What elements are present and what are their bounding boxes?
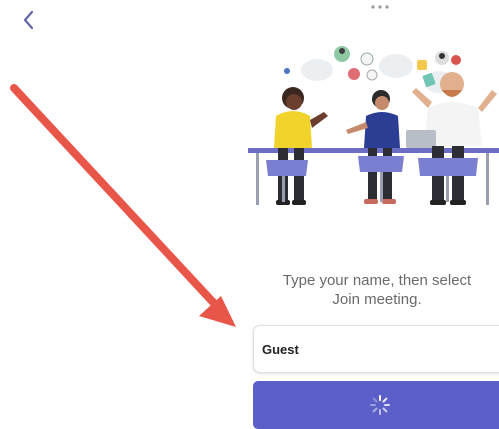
join-meeting-button[interactable]: [253, 381, 499, 429]
join-prompt-text: Type your name, then select Join meeting…: [282, 272, 472, 308]
back-button[interactable]: [18, 6, 42, 36]
loading-spinner-icon: [370, 395, 390, 415]
more-horizontal-icon: [371, 5, 389, 9]
name-input[interactable]: [253, 325, 499, 373]
more-options-button[interactable]: [366, 0, 396, 16]
meeting-illustration: [248, 46, 499, 205]
chevron-left-icon: [23, 10, 34, 30]
